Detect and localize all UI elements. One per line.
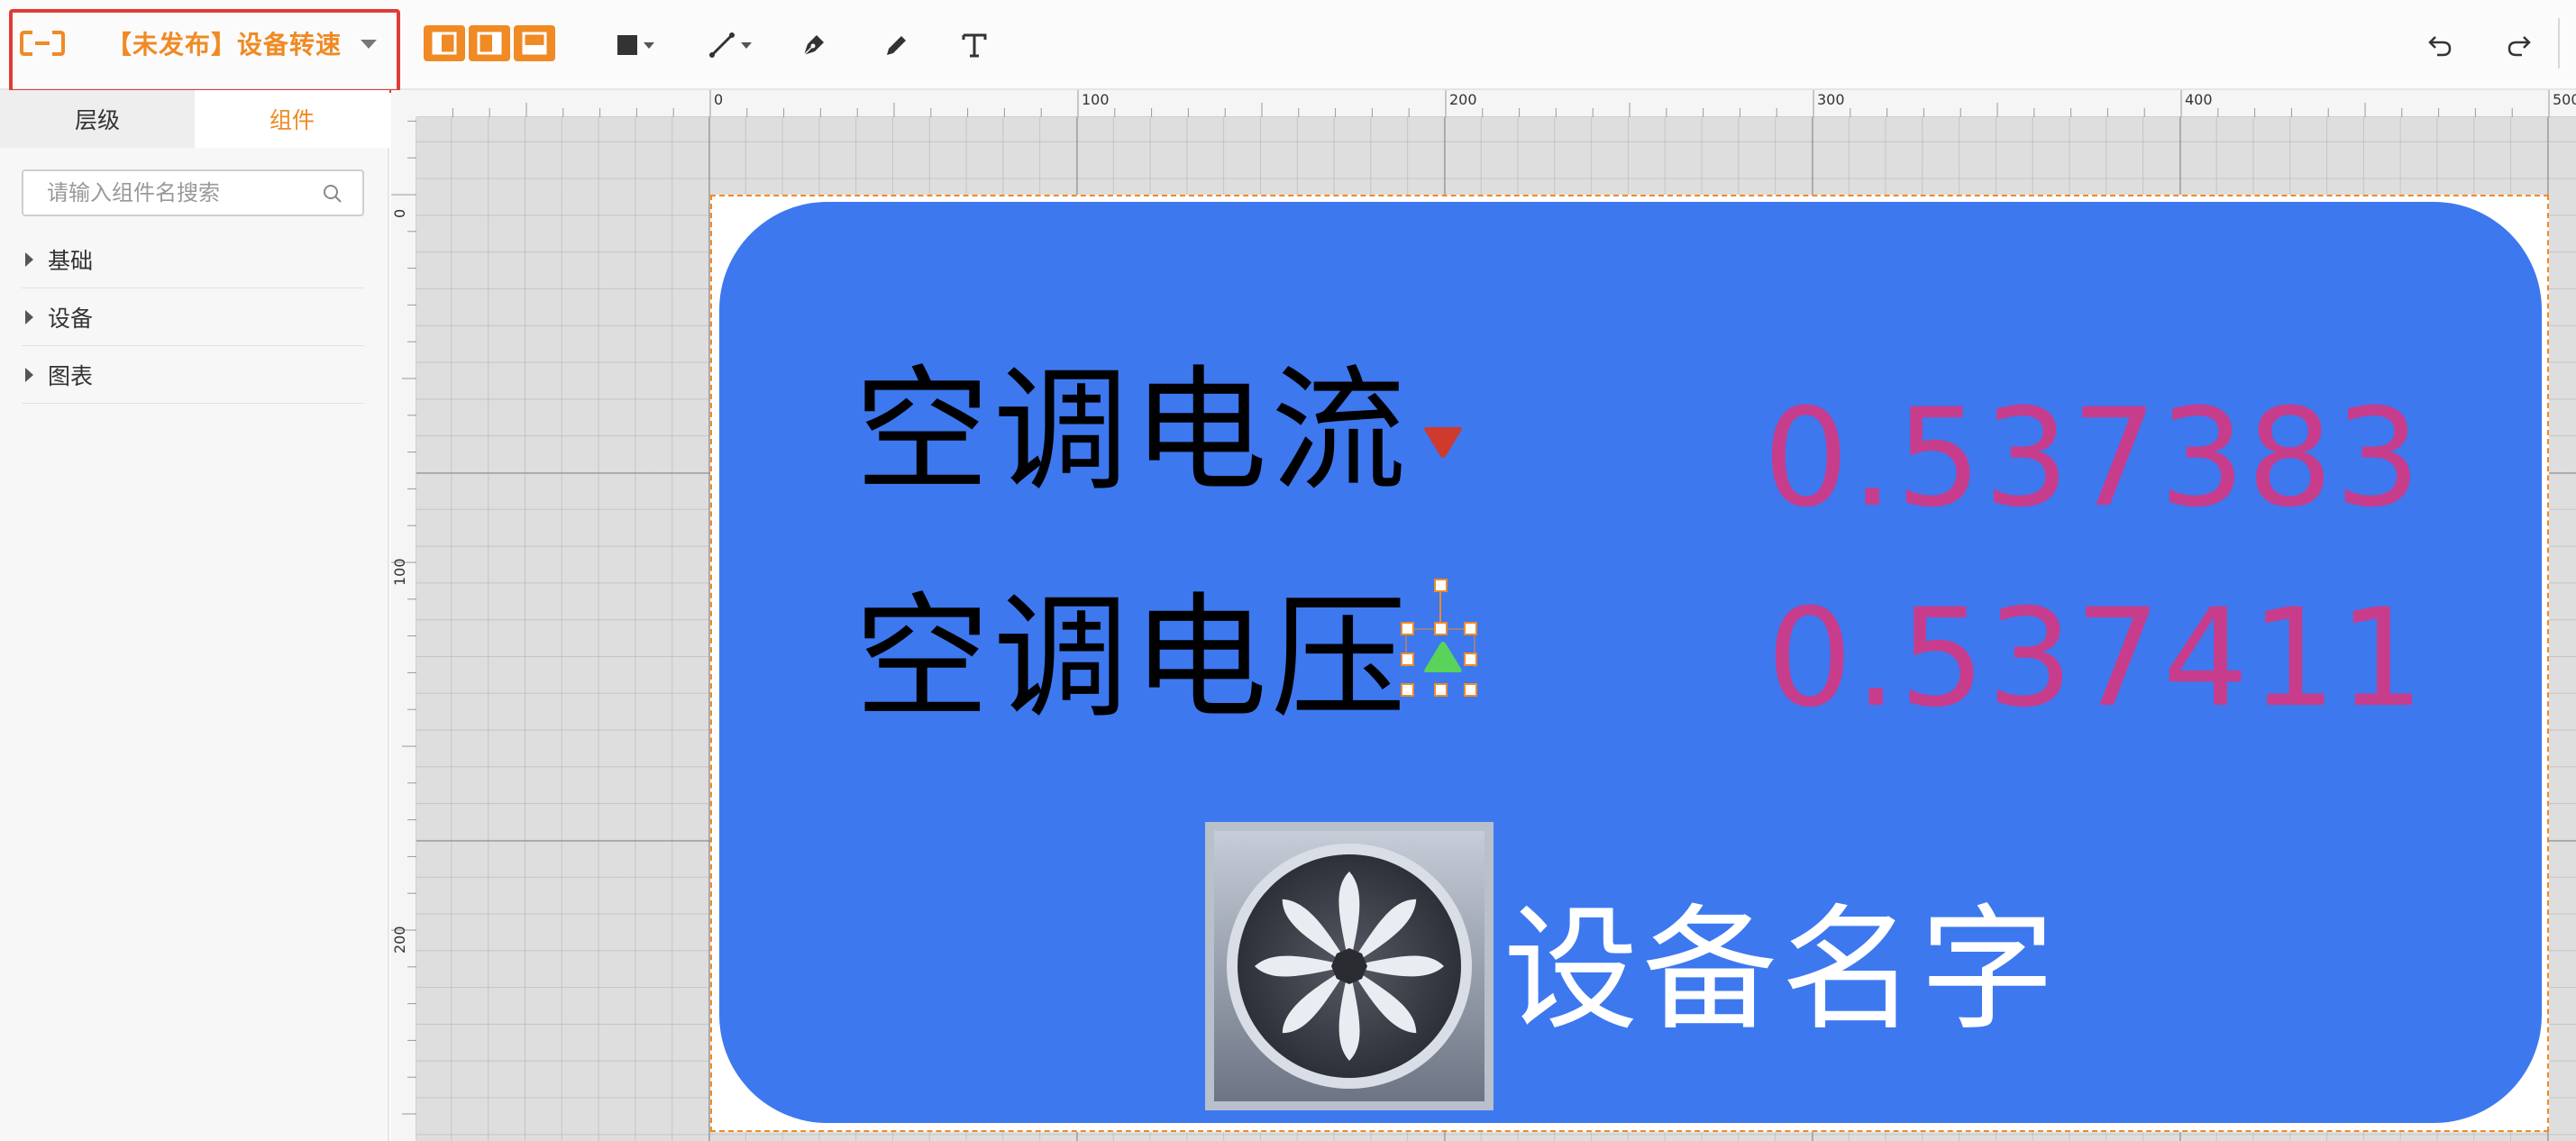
tree-item-chart[interactable]: 图表 <box>22 346 364 404</box>
caret-right-icon <box>25 251 33 267</box>
component-search <box>22 169 364 216</box>
layout-buttons <box>424 25 555 61</box>
tree-item-basic[interactable]: 基础 <box>22 231 364 288</box>
resize-handle[interactable] <box>1434 622 1448 635</box>
ruler-left: 0 100 200 <box>391 117 416 1141</box>
ruler-label: 0 <box>391 208 408 218</box>
text-icon <box>962 33 987 58</box>
caret-right-icon <box>25 367 33 382</box>
caret-right-icon <box>25 309 33 324</box>
search-input[interactable] <box>23 172 303 214</box>
search-icon[interactable] <box>323 184 343 204</box>
rectangle-icon <box>617 35 637 55</box>
layout-right-icon <box>477 32 502 55</box>
line-tool[interactable] <box>708 25 752 65</box>
pencil-tool[interactable] <box>883 25 910 65</box>
resize-handle[interactable] <box>1464 683 1477 697</box>
ruler-left-ticks <box>391 120 416 1115</box>
ruler-label: 100 <box>1082 91 1110 108</box>
tree-item-label: 图表 <box>48 362 94 389</box>
chevron-down-icon[interactable] <box>361 40 377 49</box>
chevron-down-icon <box>741 41 752 49</box>
resize-handle[interactable] <box>1401 683 1414 697</box>
current-value[interactable]: 0.537383 <box>1763 391 2423 526</box>
undo-button[interactable] <box>2426 25 2453 65</box>
voltage-label[interactable]: 空调电压 <box>854 591 1410 726</box>
resize-handle[interactable] <box>1401 622 1414 635</box>
down-triangle-icon[interactable] <box>1422 425 1464 460</box>
layout-left-icon <box>432 32 457 55</box>
layout-bottom-button[interactable] <box>514 25 555 61</box>
panel-tabs: 层级 组件 <box>0 90 389 148</box>
layout-left-button[interactable] <box>424 25 465 61</box>
voltage-value[interactable]: 0.537411 <box>1767 591 2426 726</box>
toolbar-divider <box>2558 18 2560 68</box>
ruler-label: 200 <box>391 926 408 954</box>
ruler-label: 500 <box>2553 91 2576 108</box>
ruler-label: 100 <box>391 558 408 586</box>
tab-layers[interactable]: 层级 <box>0 90 195 148</box>
fan-icon[interactable] <box>1205 822 1494 1110</box>
logo-icon <box>20 31 65 56</box>
left-panel: 层级 组件 基础 设备 图表 <box>0 90 389 1141</box>
pen-tool[interactable] <box>800 25 827 65</box>
line-icon <box>709 32 735 58</box>
ruler-label: 400 <box>2185 91 2213 108</box>
resize-handle[interactable] <box>1401 653 1414 666</box>
ruler-label: 0 <box>714 91 724 108</box>
current-label[interactable]: 空调电流 <box>854 364 1410 499</box>
ruler-label: 300 <box>1817 91 1845 108</box>
ruler-label: 200 <box>1449 91 1477 108</box>
tree-item-device[interactable]: 设备 <box>22 288 364 346</box>
rectangle-tool[interactable] <box>617 25 654 65</box>
project-title[interactable]: 【未发布】设备转速 <box>106 25 342 61</box>
resize-handle[interactable] <box>1434 683 1448 697</box>
ruler-top: 0 100 200 300 400 500 <box>416 90 2576 117</box>
tree-item-label: 基础 <box>48 247 94 274</box>
device-name[interactable]: 设备名字 <box>1503 903 2059 1038</box>
layout-right-button[interactable] <box>469 25 510 61</box>
pencil-icon <box>887 36 906 55</box>
chevron-down-icon <box>644 41 654 49</box>
top-toolbar: 【未发布】设备转速 <box>0 0 2576 93</box>
app-window: 【未发布】设备转速 层级 组件 请输入组件名搜索 基础 设备 图表 0 100 … <box>0 0 2576 1141</box>
resize-handle[interactable] <box>1464 622 1477 635</box>
layout-bottom-icon <box>522 32 547 55</box>
ruler-top-ticks <box>452 90 2550 117</box>
tab-components[interactable]: 组件 <box>195 90 389 148</box>
redo-button[interactable] <box>2506 25 2533 65</box>
undo-icon <box>2428 36 2452 57</box>
tree-item-label: 设备 <box>48 305 94 332</box>
resize-handle[interactable] <box>1464 653 1477 666</box>
pen-icon <box>803 35 824 56</box>
redo-icon <box>2507 36 2531 57</box>
ruler-corner <box>391 90 416 117</box>
text-tool[interactable] <box>961 25 988 65</box>
rotate-handle[interactable] <box>1434 579 1448 592</box>
